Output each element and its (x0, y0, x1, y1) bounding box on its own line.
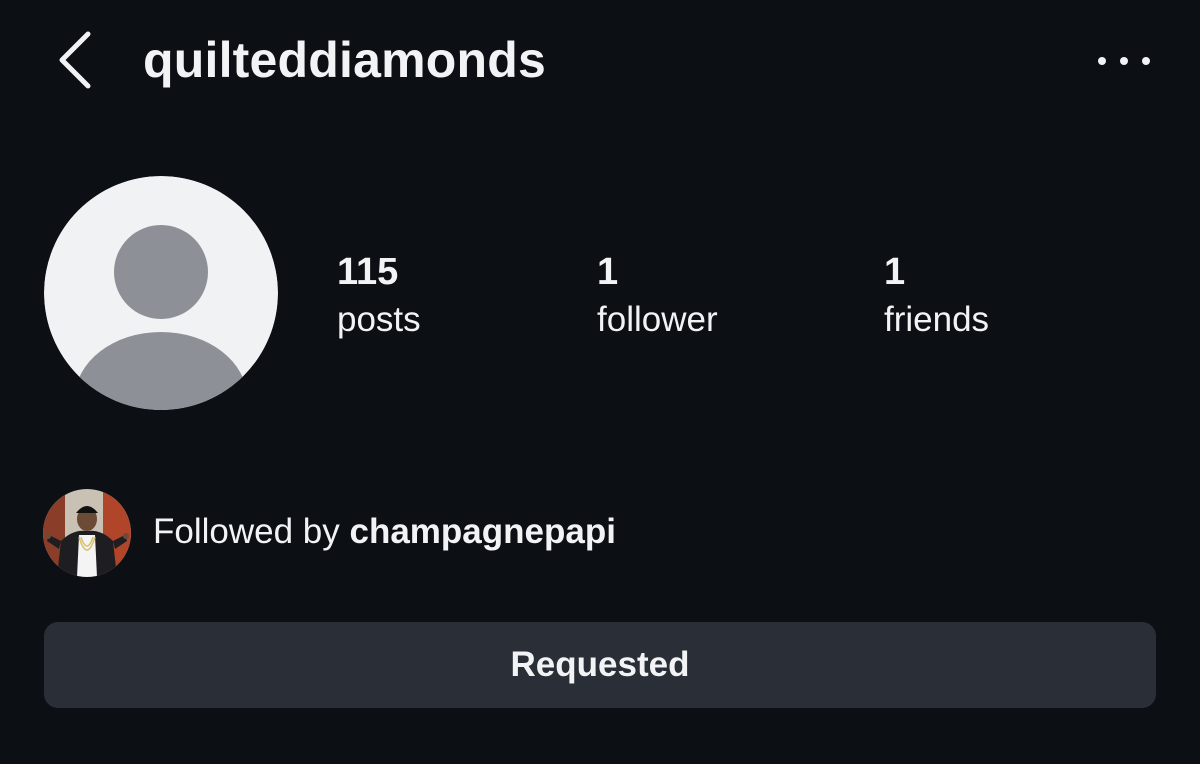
back-button[interactable] (52, 28, 102, 92)
chevron-left-icon (59, 31, 91, 89)
followers-stat[interactable]: 1 follower (597, 250, 718, 346)
requested-button-label: Requested (510, 645, 690, 684)
followed-by-name: champagnepapi (349, 512, 616, 551)
followers-label: follower (597, 300, 718, 339)
requested-button[interactable]: Requested (44, 622, 1156, 708)
profile-avatar[interactable] (44, 176, 278, 410)
profile-username: quilteddiamonds (143, 32, 546, 88)
friends-label: friends (884, 300, 990, 339)
friends-count: 1 (884, 251, 906, 293)
profile-page: quilteddiamonds 115 posts 1 follower 1 f… (0, 0, 1200, 764)
more-options-button[interactable] (1098, 44, 1150, 78)
mutual-follower-photo (43, 489, 131, 577)
posts-label: posts (337, 300, 421, 339)
followers-count: 1 (597, 251, 619, 293)
followed-by-text[interactable]: Followed by champagnepapi (153, 508, 616, 556)
mutual-follower-avatar[interactable] (43, 489, 131, 577)
posts-stat[interactable]: 115 posts (337, 250, 421, 346)
default-avatar-icon (44, 176, 278, 410)
posts-count: 115 (337, 251, 399, 293)
friends-stat[interactable]: 1 friends (884, 250, 989, 346)
followed-by-prefix: Followed by (153, 512, 350, 551)
more-horizontal-icon (1098, 57, 1106, 65)
